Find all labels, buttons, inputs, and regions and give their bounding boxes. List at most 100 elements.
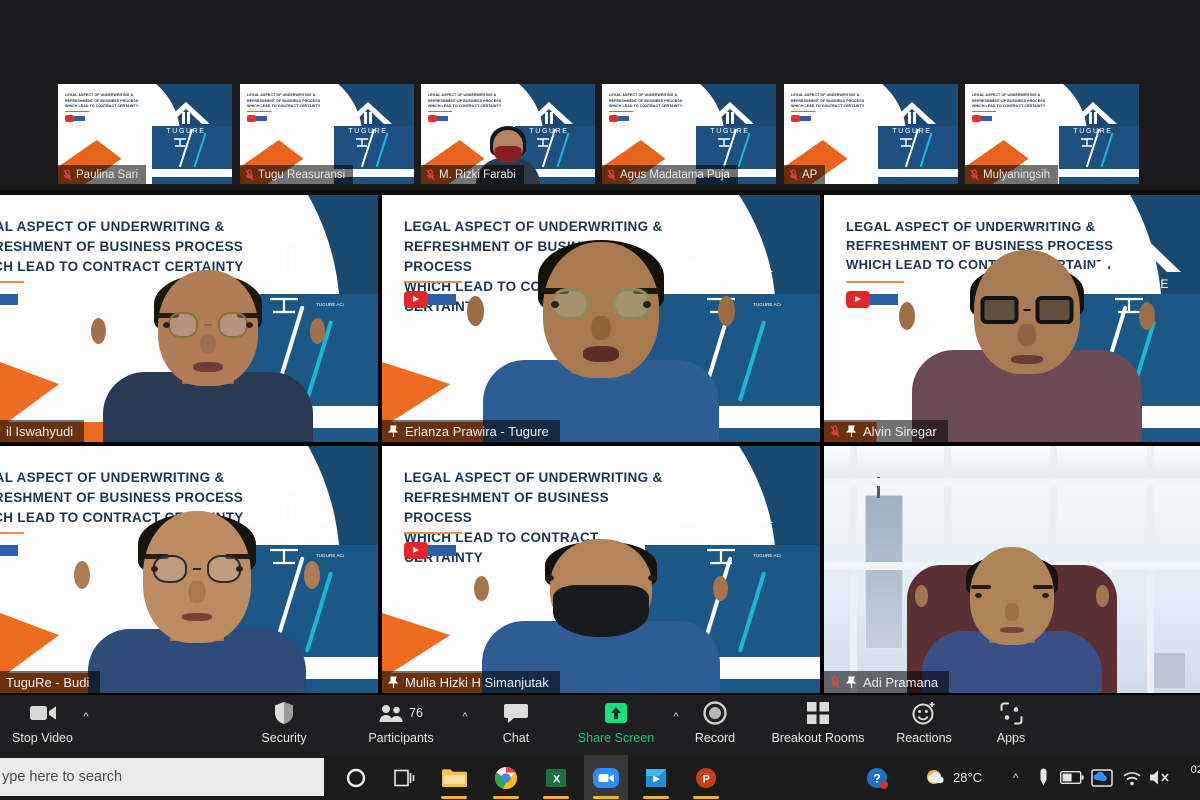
participant-person bbox=[474, 533, 728, 693]
chat-button[interactable]: Chat bbox=[490, 700, 542, 750]
participant-name: Agus Madatama Puja bbox=[620, 168, 730, 181]
video-tile[interactable]: LEGAL ASPECT OF UNDERWRITING &REFRESHMEN… bbox=[382, 446, 820, 693]
stop-video-button[interactable]: Stop Video bbox=[10, 700, 75, 750]
svg-text:TUGURE ACADEMY: TUGURE ACADEMY bbox=[316, 553, 344, 558]
zoom-icon[interactable] bbox=[584, 755, 628, 800]
meeting-top-bar: ing bbox=[0, 0, 1200, 78]
virtual-background: LEGAL ASPECT OF UNDERWRITING &REFRESHMEN… bbox=[0, 195, 378, 442]
reactions-button[interactable]: Reactions bbox=[888, 700, 960, 750]
participant-name: AP bbox=[802, 168, 818, 181]
filmstrip-tile[interactable]: LEGAL ASPECT OF UNDERWRITING & REFRESHMEN… bbox=[784, 84, 958, 184]
file-explorer-icon[interactable] bbox=[432, 755, 476, 800]
share-screen-button[interactable]: Share Screen bbox=[570, 700, 662, 750]
powerpoint-icon[interactable]: P bbox=[684, 755, 728, 800]
breakout-rooms-label: Breakout Rooms bbox=[771, 731, 865, 745]
participants-options-caret[interactable]: ^ bbox=[459, 711, 471, 723]
face-mask bbox=[553, 585, 649, 637]
record-circle-icon bbox=[703, 700, 727, 726]
pin-icon bbox=[846, 424, 857, 437]
breakout-rooms-icon bbox=[807, 700, 829, 726]
virtual-background: LEGAL ASPECT OF UNDERWRITING &REFRESHMEN… bbox=[382, 195, 820, 442]
filmstrip-name-label: Tugu Reasuransi bbox=[240, 165, 354, 184]
record-label: Record bbox=[694, 731, 736, 745]
filmstrip-name-label: Agus Madatama Puja bbox=[602, 165, 738, 184]
pin-icon bbox=[388, 424, 399, 437]
video-tile[interactable]: LEGAL ASPECT OF UNDERWRITING &REFRESHMEN… bbox=[824, 195, 1200, 442]
tile-name-label: Alvin Siregar bbox=[824, 420, 948, 442]
clock-line-1: 02/0 bbox=[1190, 764, 1200, 776]
svg-text:TUGURE ACADEMY: TUGURE ACADEMY bbox=[753, 302, 781, 307]
mic-muted-icon bbox=[63, 168, 72, 180]
people-icon: 76 bbox=[379, 700, 423, 726]
filmstrip-tile[interactable]: LEGAL ASPECT OF UNDERWRITING & REFRESHMEN… bbox=[240, 84, 414, 184]
cortana-icon[interactable] bbox=[334, 755, 378, 800]
filmstrip-name-label: AP bbox=[784, 165, 826, 184]
movies-tv-icon[interactable] bbox=[634, 755, 678, 800]
help-question-icon[interactable]: ? bbox=[866, 755, 888, 800]
share-options-caret[interactable]: ^ bbox=[670, 711, 682, 723]
onedrive-icon[interactable] bbox=[1091, 755, 1113, 800]
weather-widget[interactable]: 28°C bbox=[925, 755, 982, 800]
volume-muted-icon[interactable] bbox=[1149, 755, 1171, 800]
mic-muted-icon bbox=[970, 168, 979, 180]
pen-icon[interactable] bbox=[1038, 755, 1049, 800]
filmstrip-tile[interactable]: LEGAL ASPECT OF UNDERWRITING & REFRESHMEN… bbox=[965, 84, 1139, 184]
youtube-badge-icon bbox=[247, 115, 267, 122]
mic-muted-icon bbox=[245, 168, 254, 180]
youtube-badge-icon bbox=[404, 542, 456, 559]
tile-name-label: il Iswahyudi bbox=[0, 420, 85, 442]
participant-person bbox=[899, 232, 1156, 442]
video-tile-active-speaker[interactable]: LEGAL ASPECT OF UNDERWRITING & REFRESHMEN… bbox=[382, 195, 820, 442]
stop-video-label: Stop Video bbox=[12, 731, 73, 745]
video-options-caret[interactable]: ^ bbox=[80, 711, 92, 723]
svg-text:X: X bbox=[553, 773, 561, 785]
youtube-badge-icon bbox=[791, 115, 811, 122]
filmstrip-tile[interactable]: LEGAL ASPECT OF UNDERWRITING & REFRESHMEN… bbox=[58, 84, 232, 184]
share-screen-label: Share Screen bbox=[577, 731, 655, 745]
slide-title-thumb: LEGAL ASPECT OF UNDERWRITING & REFRESHMEN… bbox=[609, 93, 683, 109]
security-button[interactable]: Security bbox=[250, 700, 318, 750]
breakout-rooms-button[interactable]: Breakout Rooms bbox=[762, 700, 874, 750]
participant-name: Erlanza Prawira - Tugure bbox=[405, 423, 549, 439]
chrome-icon[interactable] bbox=[484, 755, 528, 800]
record-button[interactable]: Record bbox=[688, 700, 742, 750]
filmstrip-name-label: Paulina Sari bbox=[58, 165, 147, 184]
apps-icon bbox=[1000, 700, 1023, 726]
participants-label: Participants bbox=[368, 731, 434, 745]
participant-filmstrip[interactable]: LEGAL ASPECT OF UNDERWRITING & REFRESHMEN… bbox=[0, 78, 1200, 234]
youtube-badge-icon bbox=[0, 542, 18, 559]
slide-title-thumb: LEGAL ASPECT OF UNDERWRITING & REFRESHMEN… bbox=[791, 93, 865, 109]
excel-icon[interactable]: X bbox=[534, 755, 578, 800]
security-label: Security bbox=[261, 731, 307, 745]
participant-name: Adi Pramana bbox=[863, 674, 939, 690]
pin-icon bbox=[388, 675, 399, 688]
participant-name: il Iswahyudi bbox=[6, 423, 74, 439]
battery-icon[interactable] bbox=[1060, 755, 1084, 800]
shield-icon bbox=[274, 700, 294, 726]
chat-label: Chat bbox=[502, 731, 530, 745]
participant-name: Tugu Reasuransi bbox=[258, 168, 346, 181]
mic-muted-icon bbox=[607, 168, 616, 180]
tile-name-label: Erlanza Prawira - Tugure bbox=[382, 420, 560, 442]
video-tile[interactable]: Adi Pramana bbox=[824, 446, 1200, 693]
filmstrip-tile[interactable]: LEGAL ASPECT OF UNDERWRITING & REFRESHMEN… bbox=[602, 84, 776, 184]
filmstrip-tile[interactable]: LEGAL ASPECT OF UNDERWRITING & REFRESHMEN… bbox=[421, 84, 595, 184]
video-tile[interactable]: LEGAL ASPECT OF UNDERWRITING &REFRESHMEN… bbox=[0, 195, 378, 442]
pin-icon bbox=[846, 675, 857, 688]
participant-name: Paulina Sari bbox=[76, 168, 139, 181]
tray-overflow-button[interactable]: ^ bbox=[1013, 755, 1019, 800]
task-view-icon[interactable] bbox=[382, 755, 426, 800]
video-tile[interactable]: LEGAL ASPECT OF UNDERWRITING &REFRESHMEN… bbox=[0, 446, 378, 693]
video-camera-icon bbox=[29, 700, 57, 726]
search-input[interactable]: ype here to search bbox=[0, 758, 324, 796]
wifi-icon[interactable] bbox=[1122, 755, 1142, 800]
participant-name: Mulyaningsih bbox=[983, 168, 1051, 181]
apps-button[interactable]: Apps bbox=[988, 700, 1034, 750]
virtual-background: LEGAL ASPECT OF UNDERWRITING &REFRESHMEN… bbox=[382, 446, 820, 693]
chat-bubble-icon bbox=[504, 700, 528, 726]
mic-muted-icon bbox=[830, 424, 840, 437]
youtube-badge-icon bbox=[0, 291, 18, 308]
participants-button[interactable]: 76 Participants bbox=[365, 700, 437, 750]
svg-text:TUGURE: TUGURE bbox=[711, 128, 750, 135]
taskbar-clock[interactable]: 02/0 bbox=[1191, 763, 1200, 777]
